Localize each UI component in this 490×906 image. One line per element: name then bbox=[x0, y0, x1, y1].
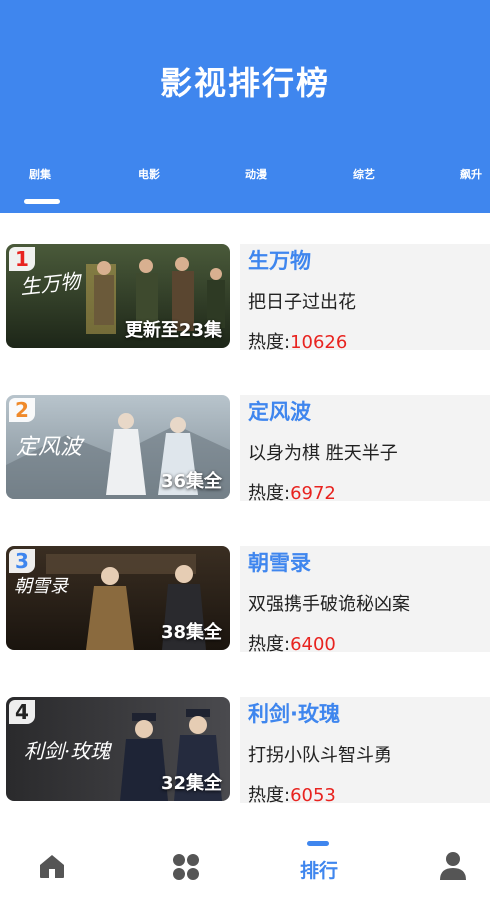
tab-series[interactable]: 剧集 bbox=[29, 166, 51, 182]
tab-movies[interactable]: 电影 bbox=[138, 166, 160, 182]
ranking-icon bbox=[307, 841, 329, 846]
rank-badge: 4 bbox=[9, 700, 35, 724]
item-info: 定风波 以身为棋 胜天半子 热度:6972 bbox=[240, 395, 490, 504]
list-item[interactable]: 利剑·玫瑰 4 32集全 利剑·玫瑰 打拐小队斗智斗勇 热度:6053 bbox=[6, 697, 490, 806]
tab-anime[interactable]: 动漫 bbox=[245, 166, 267, 182]
page-title: 影视排行榜 bbox=[159, 64, 330, 102]
active-tab-indicator bbox=[24, 199, 60, 204]
rank-badge: 2 bbox=[9, 398, 35, 422]
item-info: 利剑·玫瑰 打拐小队斗智斗勇 热度:6053 bbox=[240, 697, 490, 806]
show-name: 朝雪录 bbox=[248, 551, 311, 575]
show-description: 以身为棋 胜天半子 bbox=[248, 443, 398, 464]
show-name: 定风波 bbox=[248, 400, 311, 424]
heat-label: 热度: bbox=[248, 332, 291, 353]
heat-value: 6053 bbox=[290, 785, 336, 806]
poster-image[interactable]: 定风波 2 36集全 bbox=[6, 395, 230, 499]
episode-count: 32集全 bbox=[160, 773, 222, 794]
heat-value: 10626 bbox=[290, 332, 348, 353]
apps-icon bbox=[173, 854, 199, 880]
heat-value: 6972 bbox=[290, 483, 336, 504]
nav-profile[interactable] bbox=[412, 834, 490, 906]
nav-categories[interactable] bbox=[146, 834, 226, 906]
home-icon bbox=[40, 855, 64, 878]
heat-label: 热度: bbox=[248, 785, 291, 806]
show-description: 把日子过出花 bbox=[248, 292, 356, 313]
tab-rising[interactable]: 飙升 bbox=[460, 166, 482, 182]
item-info: 生万物 把日子过出花 热度:10626 bbox=[240, 244, 490, 353]
heat-label: 热度: bbox=[248, 634, 291, 655]
rank-number: 1 bbox=[15, 247, 29, 271]
episode-count: 38集全 bbox=[160, 622, 222, 643]
show-name: 利剑·玫瑰 bbox=[248, 702, 340, 726]
poster-image[interactable]: 朝雪录 3 38集全 bbox=[6, 546, 230, 650]
nav-ranking-label: 排行 bbox=[299, 860, 338, 882]
show-description: 双强携手破诡秘凶案 bbox=[248, 594, 410, 615]
rank-badge: 1 bbox=[9, 247, 35, 271]
heat-row: 热度:6053 bbox=[248, 781, 336, 807]
rank-number: 4 bbox=[15, 700, 29, 724]
tab-variety[interactable]: 综艺 bbox=[353, 166, 375, 182]
rank-number: 2 bbox=[15, 398, 29, 422]
bottom-nav: 排行 bbox=[0, 834, 490, 906]
heat-label: 热度: bbox=[248, 483, 291, 504]
heat-row: 热度:6972 bbox=[248, 479, 336, 505]
show-description: 打拐小队斗智斗勇 bbox=[248, 745, 392, 766]
poster-image[interactable]: 利剑·玫瑰 4 32集全 bbox=[6, 697, 230, 801]
show-name: 生万物 bbox=[248, 249, 311, 273]
list-item[interactable]: 定风波 2 36集全 定风波 以身为棋 胜天半子 热度:6972 bbox=[6, 395, 490, 504]
rank-number: 3 bbox=[15, 549, 29, 573]
user-icon bbox=[440, 852, 466, 880]
category-tabs: 剧集 电影 动漫 综艺 飙升 bbox=[0, 166, 490, 186]
episode-count: 更新至23集 bbox=[124, 320, 222, 341]
heat-row: 热度:10626 bbox=[248, 328, 347, 354]
poster-title-calligraphy: 利剑·玫瑰 bbox=[24, 739, 111, 763]
rank-badge: 3 bbox=[9, 549, 35, 573]
nav-home[interactable] bbox=[12, 834, 92, 906]
heat-row: 热度:6400 bbox=[248, 630, 336, 656]
header: 影视排行榜 剧集 电影 动漫 综艺 飙升 bbox=[0, 0, 490, 213]
nav-ranking[interactable]: 排行 bbox=[279, 834, 359, 906]
episode-count: 36集全 bbox=[160, 471, 222, 492]
list-item[interactable]: 生万物 1 更新至23集 生万物 把日子过出花 热度:10626 bbox=[6, 244, 490, 353]
item-info: 朝雪录 双强携手破诡秘凶案 热度:6400 bbox=[240, 546, 490, 655]
heat-value: 6400 bbox=[290, 634, 336, 655]
poster-title-calligraphy: 定风波 bbox=[16, 435, 83, 460]
list-item[interactable]: 朝雪录 3 38集全 朝雪录 双强携手破诡秘凶案 热度:6400 bbox=[6, 546, 490, 655]
poster-image[interactable]: 生万物 1 更新至23集 bbox=[6, 244, 230, 348]
poster-title-calligraphy: 朝雪录 bbox=[14, 576, 68, 597]
